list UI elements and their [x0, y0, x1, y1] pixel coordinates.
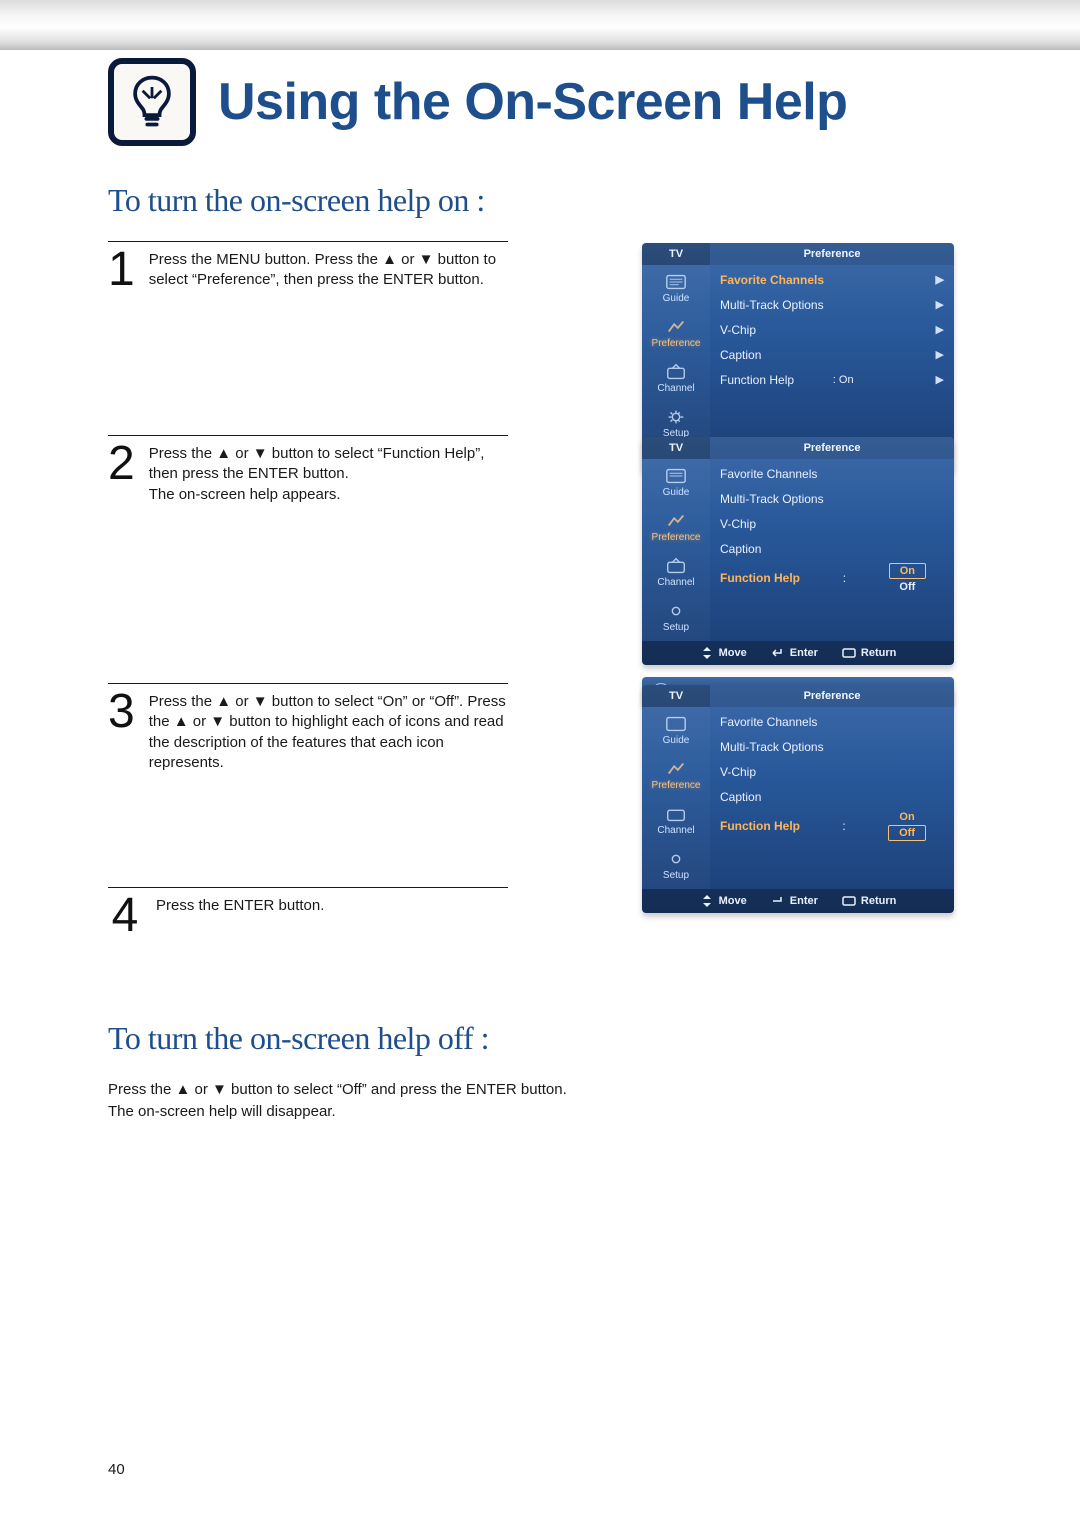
osd-screenshot-2: TV Preference Guide Preference Channel S…: [642, 437, 954, 665]
osd-row-func: Function Help: [720, 373, 794, 387]
osd-foot-move: Move: [719, 647, 747, 659]
chevron-right-icon: ▶: [936, 298, 944, 311]
off-instruction-text: Press the ▲ or ▼ button to select “Off” …: [108, 1079, 828, 1123]
osd-row-fav: Favorite Channels: [720, 715, 817, 729]
sidebar-item-preference: Preference: [652, 780, 701, 791]
sidebar-item-guide: Guide: [663, 293, 690, 304]
step-1: 1 Press the MENU button. Press the ▲ or …: [108, 241, 508, 291]
page-title: Using the On-Screen Help: [218, 72, 847, 132]
osd-foot-enter: Enter: [790, 647, 818, 659]
sidebar-item-guide: Guide: [663, 735, 690, 746]
osd-row-vchip: V-Chip: [720, 323, 756, 337]
sidebar-item-setup: Setup: [663, 622, 689, 633]
setup-icon: [665, 408, 687, 426]
option-off: Off: [899, 581, 915, 593]
preference-icon: [665, 512, 687, 530]
osd-row-caption: Caption: [720, 542, 761, 556]
enter-icon: [771, 895, 785, 907]
option-off-selected: Off: [888, 825, 926, 841]
setup-icon: [665, 602, 687, 620]
osd-header-tv: TV: [642, 243, 710, 265]
sidebar-item-preference: Preference: [652, 338, 701, 349]
return-icon: [842, 895, 856, 907]
chevron-right-icon: ▶: [936, 373, 944, 386]
osd-row-func: Function Help: [720, 819, 800, 833]
lightbulb-icon: [122, 72, 182, 132]
step-text: Press the ▲ or ▼ button to select “Funct…: [149, 444, 508, 505]
osd-row-func: Function Help: [720, 571, 800, 585]
setup-icon: [665, 850, 687, 868]
sidebar-item-channel: Channel: [657, 383, 694, 394]
osd-row-vchip: V-Chip: [720, 517, 756, 531]
step-text: Press the ENTER button.: [156, 896, 324, 916]
guide-icon: [665, 467, 687, 485]
page-title-row: Using the On-Screen Help: [108, 58, 972, 146]
step-2: 2 Press the ▲ or ▼ button to select “Fun…: [108, 435, 508, 505]
osd-row-caption: Caption: [720, 790, 761, 804]
step-text: Press the MENU button. Press the ▲ or ▼ …: [149, 250, 508, 291]
osd-row-multi: Multi-Track Options: [720, 740, 824, 754]
preference-icon: [665, 760, 687, 778]
step-3: 3 Press the ▲ or ▼ button to select “On”…: [108, 683, 508, 773]
lightbulb-tile-icon: [108, 58, 196, 146]
guide-icon: [665, 715, 687, 733]
osd-row-fav: Favorite Channels: [720, 467, 817, 481]
osd-row-caption: Caption: [720, 348, 761, 362]
osd-header-breadcrumb: Preference: [710, 243, 954, 265]
page-number: 40: [108, 1461, 125, 1478]
sidebar-item-guide: Guide: [663, 487, 690, 498]
option-on: On: [899, 811, 914, 823]
step-text: Press the ▲ or ▼ button to select “On” o…: [149, 692, 508, 773]
step-4: 4 Press the ENTER button.: [108, 887, 508, 936]
guide-icon: [665, 273, 687, 291]
osd-header-breadcrumb: Preference: [710, 685, 954, 707]
sidebar-item-channel: Channel: [657, 825, 694, 836]
channel-icon: [665, 805, 687, 823]
osd-row-fav: Favorite Channels: [720, 273, 824, 287]
brushed-metal-bar: [0, 0, 1080, 50]
osd-header-tv: TV: [642, 437, 710, 459]
osd-row-vchip: V-Chip: [720, 765, 756, 779]
osd-sidebar: Guide Preference Channel Setup: [642, 265, 710, 447]
osd-foot-move: Move: [719, 895, 747, 907]
chevron-right-icon: ▶: [936, 348, 944, 361]
step-number: 3: [108, 692, 135, 732]
chevron-right-icon: ▶: [936, 323, 944, 336]
osd-value-on: : On: [833, 374, 897, 386]
return-icon: [842, 647, 856, 659]
section-title-on: To turn the on-screen help on :: [108, 182, 972, 219]
osd-foot-enter: Enter: [790, 895, 818, 907]
channel-icon: [665, 363, 687, 381]
preference-icon: [665, 318, 687, 336]
updown-icon: [700, 647, 714, 659]
sidebar-item-channel: Channel: [657, 577, 694, 588]
enter-icon: [771, 647, 785, 659]
step-number: 1: [108, 250, 135, 290]
updown-icon: [700, 895, 714, 907]
section-title-off: To turn the on-screen help off :: [108, 1020, 972, 1057]
channel-icon: [665, 557, 687, 575]
osd-header-breadcrumb: Preference: [710, 437, 954, 459]
step-number: 4: [108, 896, 142, 936]
osd-row-multi: Multi-Track Options: [720, 298, 824, 312]
chevron-right-icon: ▶: [936, 273, 944, 286]
step-number: 2: [108, 444, 135, 484]
osd-header-tv: TV: [642, 685, 710, 707]
osd-foot-return: Return: [861, 895, 896, 907]
osd-screenshot-3: TV Preference Guide Preference Channel S…: [642, 685, 954, 913]
option-on-selected: On: [889, 563, 926, 579]
osd-row-multi: Multi-Track Options: [720, 492, 824, 506]
osd-sidebar: Guide Preference Channel Setup: [642, 459, 710, 641]
osd-sidebar: Guide Preference Channel Setup: [642, 707, 710, 889]
sidebar-item-preference: Preference: [652, 532, 701, 543]
sidebar-item-setup: Setup: [663, 870, 689, 881]
osd-foot-return: Return: [861, 647, 896, 659]
